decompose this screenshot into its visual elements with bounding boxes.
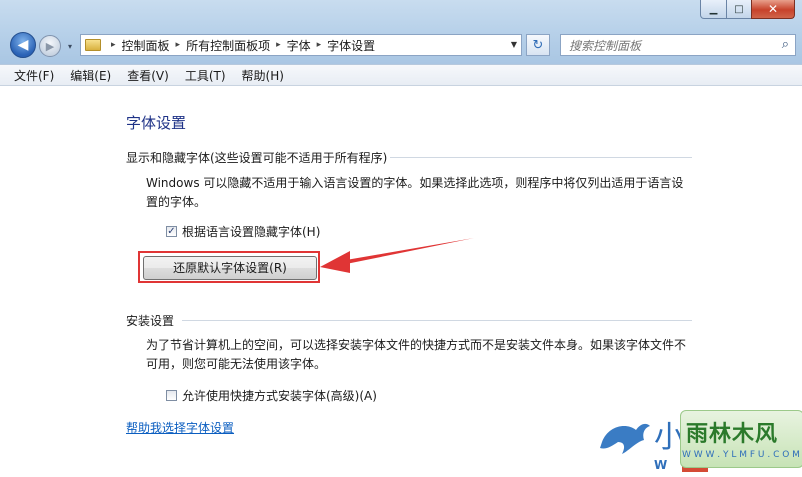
back-arrow-icon[interactable]: ◀: [10, 32, 36, 58]
content-pane: 字体设置 显示和隐藏字体(这些设置可能不适用于所有程序) Windows 可以隐…: [0, 86, 802, 477]
close-button[interactable]: ✕: [751, 0, 795, 19]
checkbox-checked-icon[interactable]: ✓: [166, 226, 177, 237]
forward-arrow-icon[interactable]: ▶: [39, 35, 61, 57]
watermark-partial-letter: W: [654, 458, 668, 472]
shortcut-install-checkbox[interactable]: 允许使用快捷方式安装字体(高级)(A): [166, 387, 377, 404]
address-bar[interactable]: ▸ 控制面板 ▸ 所有控制面板项 ▸ 字体 ▸ 字体设置 ▼: [80, 34, 522, 56]
display-hide-description-line-1: Windows 可以隐藏不适用于输入语言设置的字体。如果选择此选项，则程序中将仅…: [146, 176, 684, 190]
watermark-brand-text: 雨林木风: [686, 422, 779, 447]
hide-fonts-checkbox-label: 根据语言设置隐藏字体(H): [182, 225, 321, 239]
group-heading-display-hide: 显示和隐藏字体(这些设置可能不适用于所有程序): [126, 151, 388, 165]
watermark-url-text: W W W . Y L M F U . C O M: [682, 450, 800, 460]
refresh-icon[interactable]: ↻: [526, 34, 550, 56]
install-description-line-1: 为了节省计算机上的空间，可以选择安装字体文件的快捷方式而不是安装文件本身。如果该…: [146, 338, 687, 352]
breadcrumb-font-settings[interactable]: 字体设置: [327, 37, 375, 54]
watermark-logo: 小 W 雨林木风 W W W . Y L M F U . C O M: [596, 406, 802, 477]
menu-file[interactable]: 文件(F): [0, 67, 62, 84]
search-icon[interactable]: ⌕: [782, 37, 789, 52]
group-divider: [390, 157, 692, 158]
minimize-button[interactable]: ▁: [700, 0, 727, 19]
breadcrumb-separator-icon[interactable]: ▸: [276, 40, 281, 50]
highlight-annotation-box: [138, 251, 320, 283]
group-heading-install-settings: 安装设置: [126, 314, 175, 328]
search-box[interactable]: ⌕: [560, 34, 796, 56]
group-divider: [182, 320, 692, 321]
menu-bar: 文件(F) 编辑(E) 查看(V) 工具(T) 帮助(H): [0, 64, 802, 86]
search-input[interactable]: [567, 36, 771, 56]
menu-help[interactable]: 帮助(H): [234, 67, 292, 84]
recent-pages-chevron-icon[interactable]: ▾: [64, 40, 76, 52]
page-title: 字体设置: [126, 114, 187, 132]
hide-fonts-checkbox[interactable]: ✓ 根据语言设置隐藏字体(H): [166, 223, 320, 240]
address-dropdown-icon[interactable]: ▼: [511, 40, 517, 49]
shortcut-install-checkbox-label: 允许使用快捷方式安装字体(高级)(A): [182, 389, 377, 403]
control-panel-folder-icon: [85, 39, 101, 51]
install-description-line-2: 可用，则您可能无法使用该字体。: [146, 357, 327, 371]
menu-edit[interactable]: 编辑(E): [62, 67, 119, 84]
breadcrumb-separator-icon[interactable]: ▸: [317, 40, 322, 50]
window-chrome: ▁ □ ✕ ◀ ▶ ▾ ▸ 控制面板 ▸ 所有控制面板项 ▸ 字体 ▸ 字体设置…: [0, 0, 802, 64]
breadcrumb-separator-icon[interactable]: ▸: [111, 40, 116, 50]
breadcrumb-separator-icon[interactable]: ▸: [176, 40, 181, 50]
breadcrumb-all-items[interactable]: 所有控制面板项: [186, 37, 270, 54]
menu-view[interactable]: 查看(V): [119, 67, 177, 84]
annotation-arrow-icon: [320, 238, 474, 273]
breadcrumb-fonts[interactable]: 字体: [287, 37, 311, 54]
breadcrumb-control-panel[interactable]: 控制面板: [122, 37, 170, 54]
menu-tools[interactable]: 工具(T): [177, 67, 234, 84]
help-choose-font-settings-link[interactable]: 帮助我选择字体设置: [126, 419, 234, 436]
display-hide-description-line-2: 置的字体。: [146, 195, 207, 209]
checkbox-unchecked-icon[interactable]: [166, 390, 177, 401]
maximize-button[interactable]: □: [726, 0, 752, 19]
